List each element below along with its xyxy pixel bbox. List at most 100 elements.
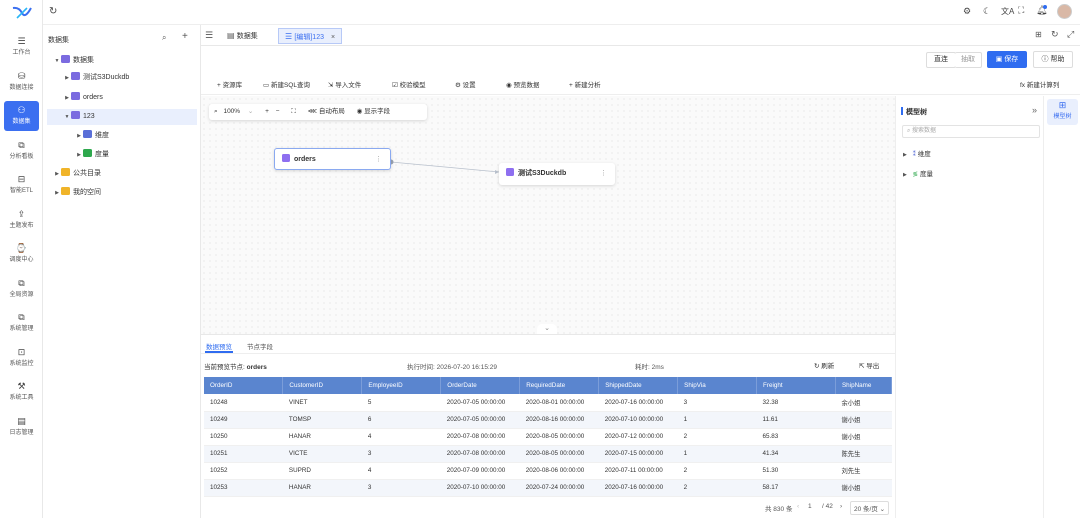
avatar[interactable] bbox=[1057, 4, 1072, 19]
dataset-icon: ⚇ bbox=[17, 105, 26, 115]
model-tree-item-dimension[interactable]: ▶ ⁑ 维度 bbox=[903, 148, 931, 158]
table-cell: 谢小姐 bbox=[835, 411, 892, 429]
extract-button[interactable]: 抽取 bbox=[955, 52, 982, 68]
sidebar-item-5[interactable]: ⇪ 主题发布 bbox=[4, 205, 39, 235]
resource-lib-button[interactable]: + 资源库 bbox=[217, 79, 242, 89]
tree-item[interactable]: ▶ 公共目录 bbox=[47, 166, 197, 182]
tree-item[interactable]: ▶ 测试S3Duckdb bbox=[47, 70, 197, 86]
model-canvas[interactable]: ⌕ 100% ⌄ + − ⛶ ⋘ 自动布局 ◉ 显示字段 orders ⋮ 测试… bbox=[201, 96, 895, 334]
column-header[interactable]: CustomerID bbox=[282, 377, 363, 394]
sidebar-item-1[interactable]: ⛁ 数据连接 bbox=[4, 67, 39, 97]
expand-icon[interactable]: ⤢ bbox=[1067, 29, 1074, 40]
page-size-select[interactable]: 20 条/页 ⌄ bbox=[850, 501, 890, 515]
translate-icon[interactable]: 文A bbox=[1001, 6, 1014, 17]
sidebar-item-3[interactable]: ⧉ 分析看板 bbox=[4, 136, 39, 166]
sidebar-item-6[interactable]: ⌚ 调度中心 bbox=[4, 239, 39, 269]
column-header[interactable]: ShippedDate bbox=[598, 377, 679, 394]
tab-node-fields[interactable]: 节点字段 bbox=[247, 341, 273, 351]
rail-model-tree-button[interactable]: ⊞ 模型树 bbox=[1047, 99, 1078, 125]
node-s3duckdb[interactable]: 测试S3Duckdb ⋮ bbox=[499, 163, 615, 185]
search-icon[interactable]: ⌕ bbox=[162, 33, 166, 43]
import-file-button[interactable]: ⇲ 导入文件 bbox=[328, 79, 361, 89]
fullscreen-icon[interactable]: ⛶ bbox=[1018, 5, 1024, 16]
new-sql-button[interactable]: ▭ 新建SQL查询 bbox=[263, 79, 310, 89]
validate-model-button[interactable]: ☑ 校验模型 bbox=[392, 79, 426, 89]
more-icon[interactable]: ⋮ bbox=[375, 149, 382, 171]
expand-arrow-icon[interactable]: ▶ bbox=[75, 147, 83, 163]
column-header[interactable]: EmployeeID bbox=[361, 377, 442, 394]
tree-item[interactable]: ▶ 度量 bbox=[47, 147, 197, 163]
folder-icon bbox=[61, 168, 70, 176]
collapse-menu-icon[interactable]: ☰ bbox=[205, 30, 213, 41]
sidebar-item-9[interactable]: ⊡ 系统监控 bbox=[4, 343, 39, 373]
next-page-icon[interactable]: › bbox=[840, 503, 842, 510]
column-header[interactable]: OrderDate bbox=[440, 377, 521, 394]
new-calc-column-button[interactable]: fx 新建计算列 bbox=[1020, 79, 1059, 89]
preview-data-button[interactable]: ◉ 预览数据 bbox=[506, 79, 539, 89]
table-cell: 10253 bbox=[204, 479, 283, 497]
dark-mode-icon[interactable]: ☾ bbox=[983, 6, 991, 17]
tree-item[interactable]: ▼ 数据集 bbox=[47, 53, 197, 69]
column-header[interactable]: ShipName bbox=[835, 377, 893, 394]
column-header[interactable]: Freight bbox=[756, 377, 836, 394]
sidebar-item-7[interactable]: ⧉ 全局资源 bbox=[4, 274, 39, 304]
page-number[interactable]: 1 bbox=[808, 503, 812, 510]
collapse-panel-icon[interactable]: » bbox=[1032, 105, 1037, 115]
expand-arrow-icon[interactable]: ▶ bbox=[63, 70, 71, 86]
export-button[interactable]: ⇱ 导出 bbox=[859, 360, 879, 370]
tab-dataset[interactable]: ▤ 数据集 bbox=[221, 28, 264, 44]
sidebar-item-2[interactable]: ⚇ 数据集 bbox=[4, 101, 39, 131]
help-button[interactable]: ⓘ 帮助 bbox=[1033, 51, 1073, 68]
collapse-arrow-icon[interactable]: ▼ bbox=[63, 109, 71, 125]
direct-button[interactable]: 直连 bbox=[926, 52, 956, 68]
tab-data-preview[interactable]: 数据预览 bbox=[206, 341, 232, 351]
tree-item[interactable]: ▶ orders bbox=[47, 90, 197, 106]
model-tree-item-measure[interactable]: ▶ ≶ 度量 bbox=[903, 168, 933, 178]
sidebar-item-4[interactable]: ⊟ 智能ETL bbox=[4, 170, 39, 200]
table-cell: 刘先生 bbox=[835, 462, 892, 480]
reload-icon[interactable]: ↻ bbox=[1051, 29, 1059, 40]
column-header[interactable]: OrderID bbox=[204, 377, 284, 394]
close-icon[interactable]: × bbox=[331, 34, 335, 41]
refresh-button[interactable]: ↻ 刷新 bbox=[814, 360, 834, 370]
tree-item[interactable]: ▶ 维度 bbox=[47, 128, 197, 144]
node-orders[interactable]: orders ⋮ bbox=[274, 148, 391, 170]
measure-icon bbox=[83, 149, 92, 157]
tree-item[interactable]: ▶ 我的空间 bbox=[47, 185, 197, 201]
sidebar-item-0[interactable]: ☰ 工作台 bbox=[4, 32, 39, 62]
more-icon[interactable]: ⋮ bbox=[600, 163, 607, 185]
settings-button[interactable]: ⚙ 设置 bbox=[455, 79, 476, 89]
grid-icon[interactable]: ⊞ bbox=[1035, 30, 1042, 39]
column-header[interactable]: RequiredDate bbox=[519, 377, 600, 394]
table-cell: 陈先生 bbox=[835, 445, 892, 463]
table-cell: 51.30 bbox=[756, 462, 836, 480]
save-button[interactable]: ▣ 保存 bbox=[987, 51, 1027, 68]
data-preview-panel: 数据预览 节点字段 当前预览节点: orders 执行时间: 2026-07-2… bbox=[201, 334, 895, 518]
tree-item[interactable]: ▼ 123 bbox=[47, 109, 197, 125]
table-cell: VINET bbox=[282, 394, 362, 412]
sidebar-item-8[interactable]: ⧉ 系统管理 bbox=[4, 308, 39, 338]
sidebar-item-11[interactable]: ▤ 日志管理 bbox=[4, 412, 39, 442]
expand-arrow-icon[interactable]: ▶ bbox=[75, 128, 83, 144]
collapse-arrow-icon[interactable]: ▼ bbox=[53, 53, 61, 69]
add-icon[interactable]: + bbox=[182, 31, 188, 42]
refresh-icon[interactable]: ↻ bbox=[49, 6, 57, 17]
table-cell: 2020-07-16 00:00:00 bbox=[598, 479, 678, 497]
expand-arrow-icon[interactable]: ▶ bbox=[63, 90, 71, 106]
sidebar-item-label: 调度中心 bbox=[9, 257, 34, 263]
expand-arrow-icon[interactable]: ▶ bbox=[53, 185, 61, 201]
sql-icon: ▭ bbox=[263, 82, 271, 89]
prev-page-icon[interactable]: ‹ bbox=[797, 503, 799, 510]
table-cell: 2020-08-01 00:00:00 bbox=[519, 394, 599, 412]
sidebar-item-10[interactable]: ⚒ 系统工具 bbox=[4, 377, 39, 407]
collapse-preview-icon[interactable]: ⌄ bbox=[537, 324, 557, 334]
new-analysis-button[interactable]: + 新建分析 bbox=[569, 79, 601, 89]
model-search-input[interactable]: ⌕ 搜索数据 bbox=[902, 125, 1040, 138]
sidebar-item-label: 数据集 bbox=[12, 119, 31, 125]
table-cell: 1 bbox=[677, 411, 757, 429]
settings-icon[interactable]: ⚙ bbox=[963, 6, 971, 17]
tab-edit-123[interactable]: ☰ [编辑]123 × bbox=[278, 28, 343, 44]
expand-arrow-icon[interactable]: ▶ bbox=[53, 166, 61, 182]
column-header[interactable]: ShipVia bbox=[677, 377, 758, 394]
table-cell: 2020-07-10 00:00:00 bbox=[440, 479, 520, 497]
